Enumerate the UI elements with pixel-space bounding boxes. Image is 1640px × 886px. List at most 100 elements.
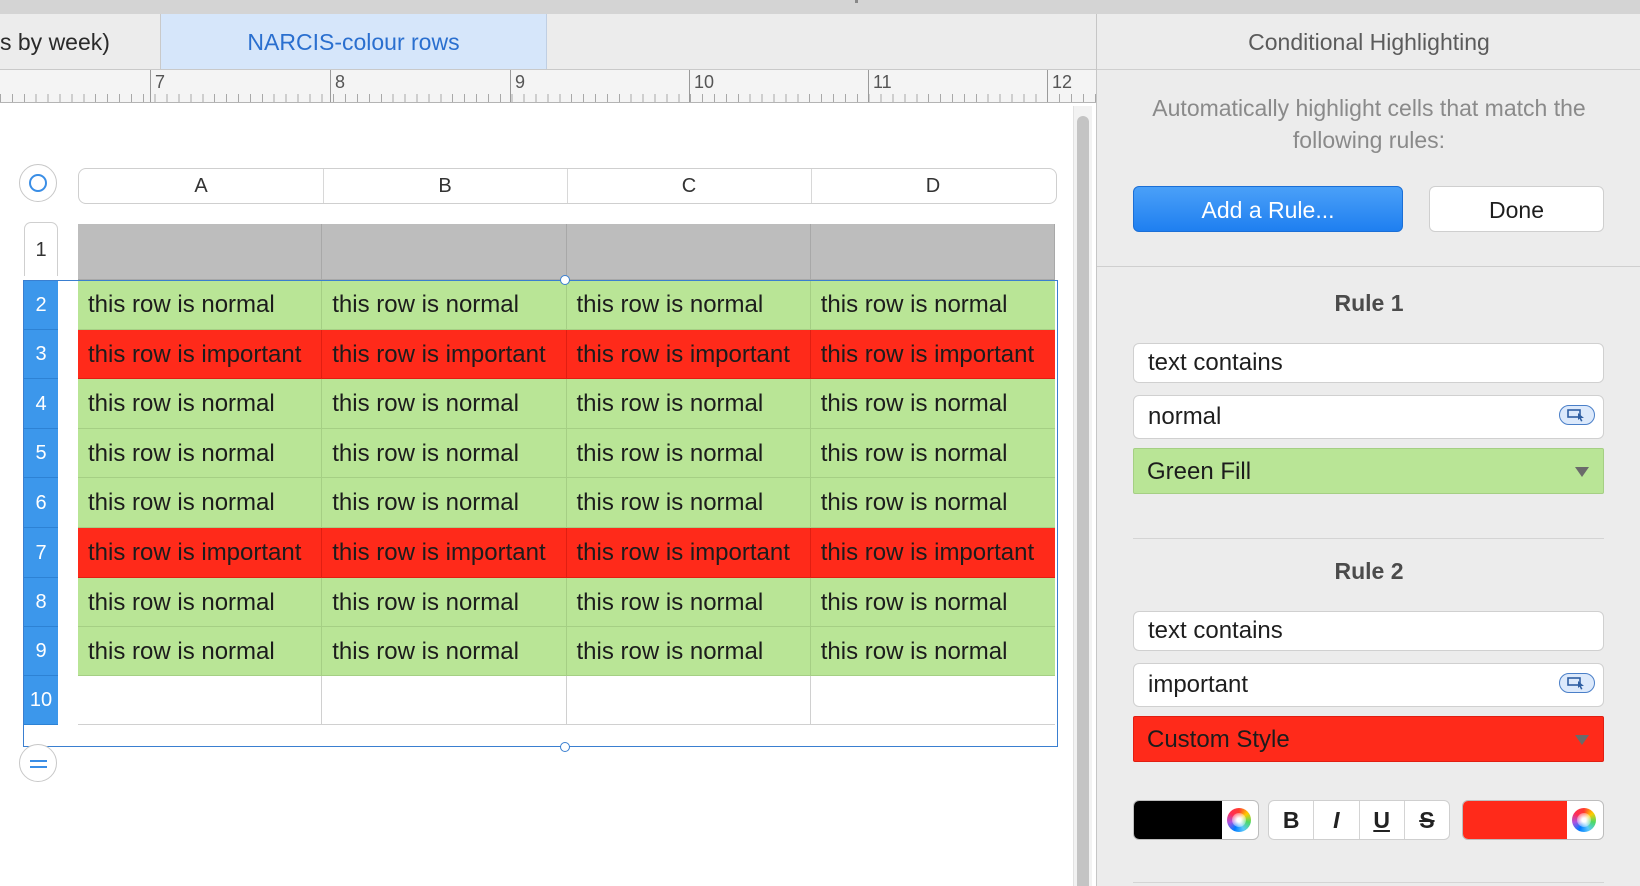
rule-1-style-popup[interactable]: Green Fill bbox=[1133, 448, 1604, 494]
table-cell[interactable]: this row is normal bbox=[78, 379, 323, 429]
table-cell[interactable]: this row is normal bbox=[322, 578, 567, 627]
table-cell[interactable]: this row is normal bbox=[78, 627, 323, 676]
row-header-7[interactable]: 7 bbox=[24, 528, 58, 578]
table-cell[interactable]: this row is normal bbox=[566, 379, 811, 429]
table-cell[interactable]: this row is normal bbox=[78, 429, 323, 478]
table-cell[interactable]: this row is normal bbox=[322, 280, 567, 330]
table-cell[interactable]: this row is normal bbox=[566, 478, 811, 528]
ruler-label: 9 bbox=[515, 72, 526, 92]
resize-handle-bottom[interactable] bbox=[560, 742, 570, 752]
rule-2-condition[interactable]: text contains bbox=[1133, 611, 1604, 651]
row-header-6[interactable]: 6 bbox=[24, 478, 58, 528]
ruler-major-tick bbox=[1047, 70, 1048, 102]
table-cell[interactable]: this row is important bbox=[78, 330, 323, 379]
table-row bbox=[78, 676, 1055, 725]
table-cell[interactable] bbox=[322, 224, 567, 280]
ruler-label: 11 bbox=[873, 72, 892, 92]
text-color-swatch[interactable] bbox=[1134, 801, 1222, 839]
table-cell[interactable] bbox=[566, 676, 811, 725]
strikethrough-button[interactable]: S bbox=[1405, 801, 1449, 839]
done-button[interactable]: Done bbox=[1429, 186, 1604, 232]
column-header-d[interactable]: D bbox=[811, 169, 1055, 203]
table-cell[interactable]: this row is normal bbox=[810, 280, 1055, 330]
vertical-scrollbar[interactable] bbox=[1073, 106, 1092, 886]
table-cell[interactable]: this row is normal bbox=[810, 429, 1055, 478]
add-row-icon[interactable] bbox=[19, 744, 57, 782]
rule-2-style-popup[interactable]: Custom Style bbox=[1133, 716, 1604, 762]
table-cell[interactable]: this row is normal bbox=[78, 578, 323, 627]
cell-reference-icon[interactable] bbox=[1559, 673, 1595, 693]
underline-button[interactable]: U bbox=[1360, 801, 1405, 839]
color-wheel-icon[interactable] bbox=[1572, 808, 1596, 832]
table-cell[interactable]: this row is normal bbox=[810, 627, 1055, 676]
table-row: this row is normal this row is normal this… bbox=[78, 280, 1055, 330]
table-cell[interactable]: this row is normal bbox=[322, 478, 567, 528]
ruler-major-tick bbox=[689, 70, 690, 102]
table-cell[interactable]: this row is normal bbox=[566, 578, 811, 627]
table-cell[interactable]: this row is important bbox=[566, 330, 811, 379]
table-cell[interactable]: this row is normal bbox=[566, 429, 811, 478]
table-cell[interactable]: this row is important bbox=[322, 528, 567, 578]
table-cell[interactable]: this row is normal bbox=[810, 478, 1055, 528]
table-cell[interactable]: this row is normal bbox=[810, 578, 1055, 627]
text-color-well[interactable] bbox=[1133, 800, 1259, 840]
table-cell[interactable]: this row is important bbox=[78, 528, 323, 578]
rule-1-condition[interactable]: text contains bbox=[1133, 343, 1604, 383]
table-cell[interactable]: this row is normal bbox=[322, 627, 567, 676]
row-header-4[interactable]: 4 bbox=[24, 379, 58, 429]
sheet-tab-by-week[interactable]: s by week) bbox=[0, 14, 161, 69]
rule-2-value-field[interactable]: important bbox=[1133, 663, 1604, 707]
rule-divider bbox=[1133, 538, 1604, 539]
add-rule-button[interactable]: Add a Rule... bbox=[1133, 186, 1403, 232]
table-row: this row is normal this row is normal this… bbox=[78, 578, 1055, 627]
column-header-b[interactable]: B bbox=[323, 169, 567, 203]
table-cell[interactable]: this row is normal bbox=[78, 478, 323, 528]
row-header-3[interactable]: 3 bbox=[24, 330, 58, 379]
row-header-1[interactable]: 1 bbox=[24, 222, 58, 276]
table-cell[interactable]: this row is important bbox=[810, 528, 1055, 578]
fill-color-swatch[interactable] bbox=[1463, 801, 1567, 839]
rule-2-value-text: important bbox=[1148, 671, 1249, 698]
table-cell[interactable]: this row is normal bbox=[78, 280, 323, 330]
ruler-label: 7 bbox=[155, 72, 166, 92]
table-cell[interactable]: this row is normal bbox=[810, 379, 1055, 429]
table-cell[interactable]: this row is normal bbox=[322, 429, 567, 478]
table-cell[interactable] bbox=[322, 676, 567, 725]
rule-1-value-field[interactable]: normal bbox=[1133, 395, 1604, 439]
rule-2-style-text: Custom Style bbox=[1147, 726, 1290, 753]
table-cell[interactable] bbox=[566, 224, 811, 280]
cell-reference-icon[interactable] bbox=[1559, 405, 1595, 425]
row-header-5[interactable]: 5 bbox=[24, 429, 58, 478]
column-header-c[interactable]: C bbox=[567, 169, 811, 203]
table-row: this row is important this row is importa… bbox=[78, 528, 1055, 578]
table-select-icon[interactable] bbox=[19, 164, 57, 202]
row-header-2[interactable]: 2 bbox=[24, 280, 58, 330]
table-cell[interactable]: this row is normal bbox=[566, 280, 811, 330]
sidebar-description: Automatically highlight cells that match… bbox=[1152, 95, 1586, 153]
bold-button[interactable]: B bbox=[1269, 801, 1315, 839]
table-cell[interactable]: this row is important bbox=[810, 330, 1055, 379]
ruler-label: 12 bbox=[1052, 72, 1073, 92]
popup-arrow-icon bbox=[1575, 735, 1589, 745]
row-header-8[interactable]: 8 bbox=[24, 578, 58, 627]
scrollbar-thumb[interactable] bbox=[1077, 116, 1089, 886]
table-cell[interactable]: this row is important bbox=[322, 330, 567, 379]
column-header-bar: A B C D bbox=[78, 168, 1057, 204]
fill-color-well[interactable] bbox=[1462, 800, 1604, 840]
table-cell[interactable] bbox=[810, 676, 1055, 725]
color-wheel-icon[interactable] bbox=[1227, 808, 1251, 832]
row-header-10[interactable]: 10 bbox=[24, 676, 58, 725]
rule-divider bbox=[1133, 882, 1604, 883]
table-row: this row is important this row is importa… bbox=[78, 330, 1055, 379]
table-cell[interactable] bbox=[78, 676, 323, 725]
table-cell[interactable] bbox=[810, 224, 1055, 280]
italic-button[interactable]: I bbox=[1314, 801, 1360, 839]
table-cell[interactable] bbox=[78, 224, 323, 280]
table-cell[interactable]: this row is normal bbox=[566, 627, 811, 676]
row-header-9[interactable]: 9 bbox=[24, 627, 58, 676]
resize-handle-top[interactable] bbox=[560, 275, 570, 285]
column-header-a[interactable]: A bbox=[79, 169, 323, 203]
table-cell[interactable]: this row is important bbox=[566, 528, 811, 578]
sheet-tab-narcis-colour-rows[interactable]: NARCIS-colour rows bbox=[161, 14, 547, 69]
table-cell[interactable]: this row is normal bbox=[322, 379, 567, 429]
